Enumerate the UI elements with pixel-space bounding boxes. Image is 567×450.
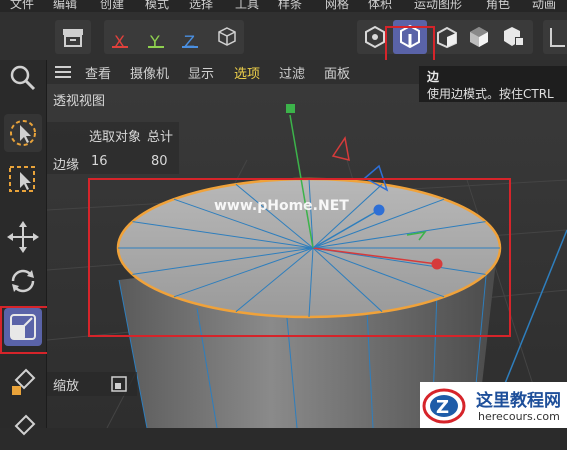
archive-icon	[63, 29, 83, 47]
menu-character[interactable]: 角色	[486, 0, 510, 12]
coordinate-system-icon[interactable]	[216, 26, 238, 48]
menu-mesh[interactable]: 网格	[325, 0, 349, 12]
stats-col-selected: 选取对象	[89, 130, 142, 145]
x-axis-button[interactable]: X	[114, 32, 125, 51]
vp-menu-panel[interactable]: 面板	[324, 63, 350, 82]
zoom-label: 缩放	[53, 379, 80, 394]
stats-panel: 选取对象 总计 边缘 16 80	[47, 122, 179, 174]
x-axis-underline	[112, 46, 128, 48]
polygon-mode-icon[interactable]	[435, 25, 459, 49]
y-axis-handle-tip[interactable]	[286, 104, 295, 113]
perspective-viewport[interactable]: www.pHome.NET 透视视图 选取对象 总计 边缘 16 80 缩放	[47, 60, 567, 428]
stats-row-selected: 16	[91, 154, 108, 169]
spline-pen-button[interactable]	[4, 408, 42, 446]
move-tool-button[interactable]	[4, 218, 42, 256]
vp-menu-filter[interactable]: 过滤	[279, 63, 305, 82]
live-selection-button[interactable]	[4, 114, 42, 152]
last-tool-button[interactable]	[55, 20, 91, 54]
workplane-button[interactable]	[543, 20, 567, 54]
menu-file[interactable]: 文件	[10, 0, 34, 12]
rect-selection-icon	[9, 166, 35, 192]
menu-tools[interactable]: 工具	[235, 0, 259, 12]
site-logo-emblem: Z	[422, 388, 466, 424]
workplane-icon	[550, 28, 565, 47]
rect-selection-button[interactable]	[4, 160, 42, 198]
spline-pen-icon	[14, 414, 36, 436]
edge-mode-tooltip: 边 使用边模式。按住CTRL	[419, 66, 567, 102]
site-logo-url: herecours.com	[478, 410, 560, 423]
model-mode-icon[interactable]	[467, 25, 491, 49]
menu-animation[interactable]: 动画	[532, 0, 556, 12]
stats-col-total: 总计	[147, 130, 174, 145]
zoom-frame-icon[interactable]	[111, 376, 127, 392]
menu-create[interactable]: 创建	[100, 0, 124, 12]
menu-spline[interactable]: 样条	[278, 0, 302, 12]
tooltip-title: 边	[427, 70, 440, 84]
rotate-icon	[11, 269, 35, 293]
y-axis-button[interactable]: Y	[150, 32, 160, 51]
vp-menu-view[interactable]: 查看	[85, 63, 111, 82]
move-icon	[7, 221, 39, 253]
mode-group	[357, 20, 533, 54]
menu-mograph[interactable]: 运动图形	[414, 0, 462, 12]
menu-edit[interactable]: 编辑	[53, 0, 77, 12]
magnifier-icon	[10, 65, 36, 91]
stats-row-label: 边缘	[53, 158, 80, 173]
tooltip-description: 使用边模式。按住CTRL	[427, 87, 554, 101]
menu-volume[interactable]: 体积	[368, 0, 392, 12]
rotate-tool-button[interactable]	[4, 262, 42, 300]
z-axis-button[interactable]: Z	[184, 32, 195, 51]
menu-mode[interactable]: 模式	[145, 0, 169, 12]
left-toolbar	[0, 60, 58, 436]
vp-menu-camera[interactable]: 摄像机	[130, 63, 169, 82]
point-mode-icon[interactable]	[363, 25, 387, 49]
menubar: 文件 编辑 创建 模式 选择 工具 样条 网格 体积 运动图形 角色 动画	[0, 0, 567, 12]
site-logo-title: 这里教程网	[476, 391, 561, 411]
main-toolbar: X Y Z	[0, 12, 567, 72]
vp-menu-options[interactable]: 选项	[234, 63, 260, 82]
z-axis-underline	[182, 46, 198, 48]
vp-menu-display[interactable]: 显示	[188, 63, 214, 82]
pen-tool-button[interactable]	[4, 362, 42, 400]
stats-row-total: 80	[151, 154, 168, 169]
cap-highlight-box	[88, 178, 511, 337]
zoom-tool-button[interactable]	[4, 60, 42, 98]
svg-text:Z: Z	[436, 397, 449, 418]
viewport-title: 透视视图	[53, 94, 106, 109]
live-selection-icon	[10, 120, 36, 146]
y-axis-underline	[148, 46, 164, 48]
zoom-hud: 缩放	[47, 372, 137, 396]
hamburger-icon[interactable]	[55, 65, 71, 79]
pen-icon	[12, 368, 36, 395]
texture-mode-icon[interactable]	[501, 25, 527, 49]
axis-lock-group: X Y Z	[104, 20, 244, 54]
site-logo: Z 这里教程网 herecours.com	[420, 382, 567, 428]
menu-select[interactable]: 选择	[189, 0, 213, 12]
